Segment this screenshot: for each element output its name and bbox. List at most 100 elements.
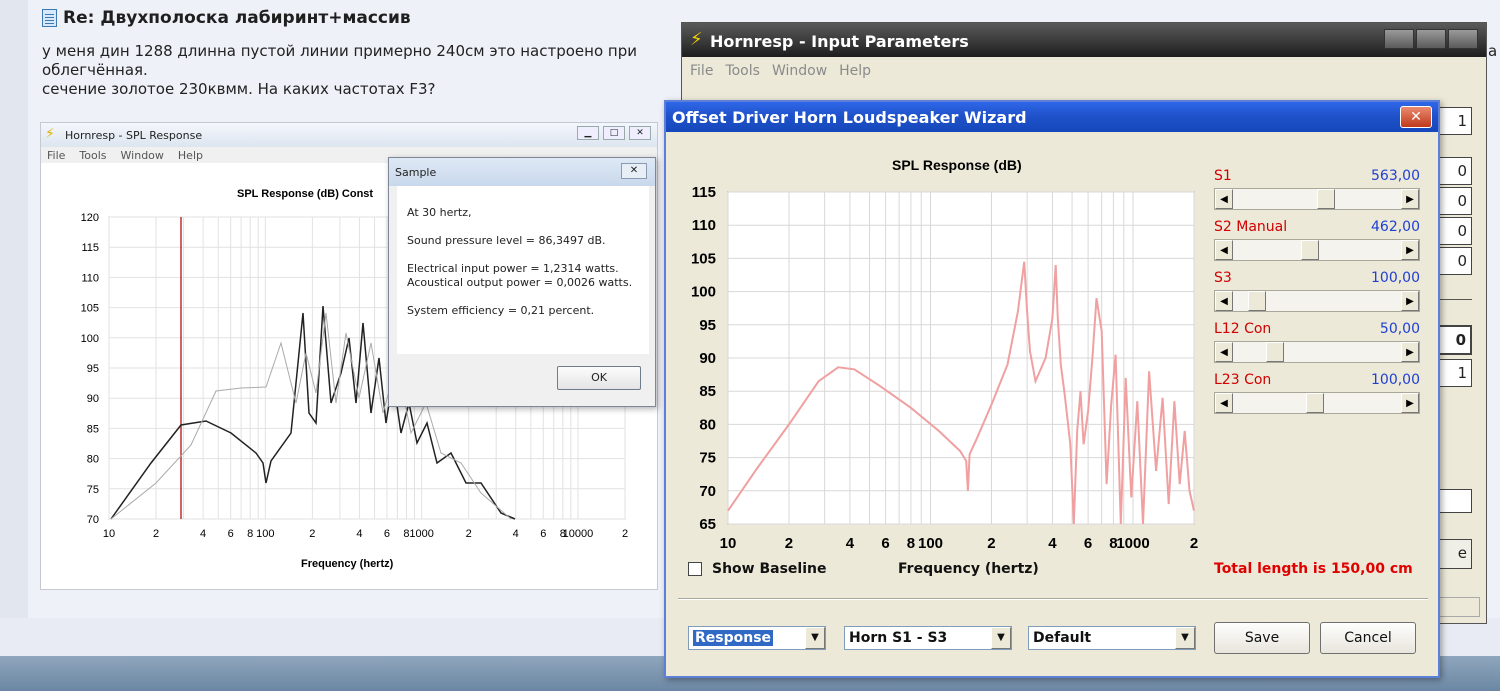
- arrow-right-icon[interactable]: ▶: [1401, 291, 1419, 311]
- x-tick-label: 6: [881, 535, 889, 552]
- wizard-titlebar[interactable]: Offset Driver Horn Loudspeaker Wizard ✕: [666, 102, 1438, 132]
- menu-help[interactable]: Help: [839, 63, 871, 79]
- param-field-8[interactable]: [1436, 489, 1472, 513]
- param-field-4[interactable]: 0: [1436, 217, 1472, 245]
- image-y-ticks: 120 115 110 105 100 95 90 85 80 75 70: [81, 212, 99, 526]
- image-x-tick-label: 100: [256, 528, 274, 540]
- image-y-tick-label: 90: [87, 393, 99, 405]
- horn-segment-dropdown[interactable]: Horn S1 - S3 ▼: [844, 626, 1012, 650]
- image-x-tick-label: 2: [153, 528, 159, 540]
- arrow-right-icon[interactable]: ▶: [1401, 189, 1419, 209]
- x-tick-label: 2: [1190, 535, 1198, 552]
- arrow-left-icon[interactable]: ◀: [1215, 291, 1233, 311]
- x-tick-label: 100: [918, 535, 943, 552]
- calculate-button[interactable]: e: [1436, 539, 1472, 569]
- param-value: 100,00: [1371, 372, 1420, 388]
- param-slider[interactable]: ◀ ▶: [1214, 188, 1420, 210]
- arrow-right-icon[interactable]: ▶: [1401, 342, 1419, 362]
- menu-file[interactable]: File: [690, 63, 713, 79]
- maximize-button[interactable]: [1416, 29, 1446, 49]
- status-strip: [1436, 597, 1480, 617]
- total-length-text: Total length is 150,00 cm: [1214, 561, 1413, 577]
- wizard-title: Offset Driver Horn Loudspeaker Wizard: [672, 108, 1027, 127]
- show-baseline-option[interactable]: Show Baseline: [688, 561, 826, 577]
- image-y-tick-label: 70: [87, 514, 99, 526]
- arrow-left-icon[interactable]: ◀: [1215, 393, 1233, 413]
- input-parameters-titlebar[interactable]: ⚡ Hornresp - Input Parameters: [682, 23, 1486, 57]
- post-title-text[interactable]: Re: Двухполоска лабиринт+массив: [63, 8, 411, 28]
- arrow-left-icon[interactable]: ◀: [1215, 342, 1233, 362]
- image-x-tick-label: 10: [103, 528, 115, 540]
- image-y-tick-label: 105: [81, 303, 99, 315]
- x-tick-label: 2: [785, 535, 793, 552]
- image-y-tick-label: 100: [81, 333, 99, 345]
- y-tick-label: 100: [691, 284, 716, 301]
- menu-window[interactable]: Window: [772, 63, 827, 79]
- image-menu-help: Help: [177, 148, 203, 162]
- wizard-separator: [678, 598, 1428, 600]
- minimize-icon: ▁: [577, 126, 599, 140]
- arrow-right-icon[interactable]: ▶: [1401, 240, 1419, 260]
- param-slider[interactable]: ◀ ▶: [1214, 341, 1420, 363]
- parameter-sliders: S1 563,00 ◀ ▶ S2 Manual 462,00 ◀ ▶ S3 100,00 ◀ ▶ L12…: [1214, 164, 1420, 419]
- slider-thumb[interactable]: [1317, 189, 1335, 209]
- sample-line-output-power: Acoustical output power = 0,0026 watts.: [407, 276, 633, 289]
- arrow-left-icon[interactable]: ◀: [1215, 189, 1233, 209]
- image-window-title: Hornresp - SPL Response: [65, 128, 203, 142]
- param-field-2[interactable]: 0: [1436, 157, 1472, 185]
- show-baseline-checkbox[interactable]: [688, 562, 702, 576]
- close-icon: ✕: [621, 163, 647, 179]
- param-s1: S1 563,00 ◀ ▶: [1214, 164, 1420, 215]
- image-y-tick-label: 85: [87, 423, 99, 435]
- param-slider[interactable]: ◀ ▶: [1214, 239, 1420, 261]
- input-parameters-title: Hornresp - Input Parameters: [710, 32, 969, 51]
- x-axis-label: Frequency (hertz): [898, 561, 1039, 577]
- chevron-down-icon[interactable]: ▼: [805, 627, 825, 649]
- param-field-3[interactable]: 0: [1436, 187, 1472, 215]
- x-tick-label: 2: [987, 535, 995, 552]
- sample-dialog-title: Sample: [395, 166, 437, 179]
- save-button[interactable]: Save: [1214, 622, 1310, 654]
- sample-dialog-body: At 30 hertz, Sound pressure level = 86,3…: [397, 186, 649, 354]
- image-x-label: Frequency (hertz): [301, 558, 394, 570]
- sample-line-input-power: Electrical input power = 1,2314 watts.: [407, 262, 619, 275]
- slider-thumb[interactable]: [1306, 393, 1324, 413]
- param-slider[interactable]: ◀ ▶: [1214, 392, 1420, 414]
- param-field-5[interactable]: 0: [1436, 247, 1472, 275]
- chevron-down-icon[interactable]: ▼: [991, 627, 1011, 649]
- view-dropdown-value: Response: [693, 630, 774, 646]
- sample-line-efficiency: System efficiency = 0,21 percent.: [407, 304, 595, 317]
- y-tick-label: 105: [691, 250, 716, 267]
- slider-thumb[interactable]: [1266, 342, 1284, 362]
- image-x-tick-label: 4: [513, 528, 519, 540]
- hornresp-bolt-icon: ⚡: [45, 126, 55, 142]
- post-title[interactable]: Re: Двухполоска лабиринт+массив: [42, 8, 411, 28]
- param-field-1[interactable]: 1: [1436, 107, 1472, 135]
- chart-title: SPL Response (dB): [892, 157, 1022, 173]
- y-tick-label: 110: [692, 217, 716, 234]
- wizard-dialog[interactable]: Offset Driver Horn Loudspeaker Wizard ✕ …: [664, 100, 1440, 678]
- cancel-button[interactable]: Cancel: [1320, 622, 1416, 654]
- param-slider[interactable]: ◀ ▶: [1214, 290, 1420, 312]
- arrow-left-icon[interactable]: ◀: [1215, 240, 1233, 260]
- preset-dropdown[interactable]: Default ▼: [1028, 626, 1196, 650]
- view-dropdown[interactable]: Response ▼: [688, 626, 826, 650]
- wizard-close-button[interactable]: ✕: [1400, 106, 1432, 128]
- slider-thumb[interactable]: [1248, 291, 1266, 311]
- sample-line-spl: Sound pressure level = 86,3497 dB.: [407, 234, 606, 247]
- menu-tools[interactable]: Tools: [725, 63, 760, 79]
- close-button[interactable]: [1448, 29, 1478, 49]
- param-field-7[interactable]: 1: [1436, 359, 1472, 387]
- param-s3: S3 100,00 ◀ ▶: [1214, 266, 1420, 317]
- y-tick-label: 95: [699, 317, 716, 334]
- image-y-tick-label: 75: [87, 484, 99, 496]
- param-name: L12 Con: [1214, 321, 1272, 337]
- param-field-6[interactable]: 0: [1436, 325, 1472, 355]
- param-name: L23 Con: [1214, 372, 1272, 388]
- minimize-button[interactable]: [1384, 29, 1414, 49]
- window-controls: [1384, 29, 1478, 49]
- arrow-right-icon[interactable]: ▶: [1401, 393, 1419, 413]
- slider-thumb[interactable]: [1301, 240, 1319, 260]
- chevron-down-icon[interactable]: ▼: [1175, 627, 1195, 649]
- param-name: S2 Manual: [1214, 219, 1288, 235]
